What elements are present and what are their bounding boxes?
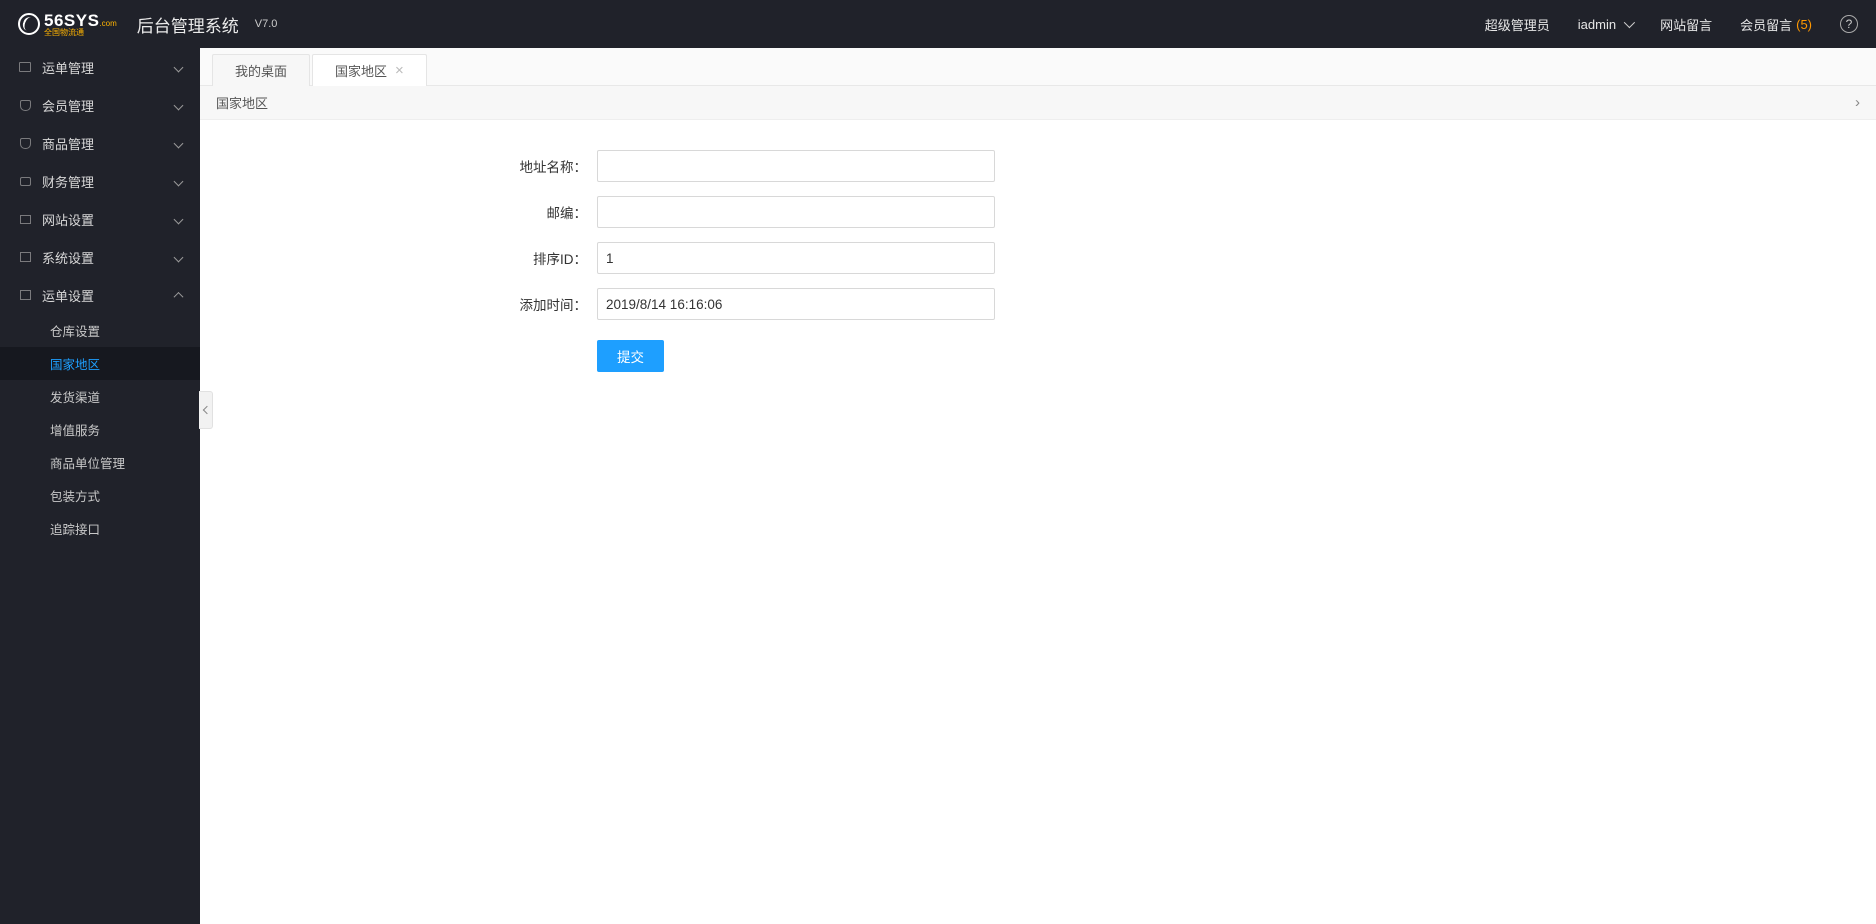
product-icon	[18, 136, 32, 150]
sidebar-item-product-mgmt[interactable]: 商品管理	[0, 124, 200, 162]
header-left: 56SYS.com 全国物流通 后台管理系统 V7.0	[18, 11, 277, 37]
chevron-down-icon	[174, 100, 184, 110]
close-icon[interactable]: ×	[395, 63, 404, 78]
logo-slogan: 全国物流通	[44, 28, 117, 37]
chevron-down-icon	[174, 138, 184, 148]
sidebar-item-member-mgmt[interactable]: 会员管理	[0, 86, 200, 124]
sort-id-input[interactable]	[597, 242, 995, 274]
sidebar-sub-warehouse[interactable]: 仓库设置	[0, 314, 200, 347]
user-name: iadmin	[1578, 17, 1616, 32]
sidebar-item-label: 商品管理	[42, 134, 94, 153]
user-menu[interactable]: iadmin	[1578, 17, 1632, 32]
zip-input[interactable]	[597, 196, 995, 228]
add-time-input[interactable]	[597, 288, 995, 320]
sidebar-sub-country-region[interactable]: 国家地区	[0, 347, 200, 380]
chevron-up-icon	[174, 291, 184, 301]
waybill-icon	[18, 60, 32, 74]
sidebar-item-label: 会员管理	[42, 96, 94, 115]
sidebar-item-label: 运单设置	[42, 286, 94, 305]
chevron-right-icon[interactable]: ›	[1855, 94, 1860, 111]
region-form: 地址名称： 邮编： 排序ID： 添加时间： 提交	[200, 120, 1876, 372]
chevron-down-icon	[174, 176, 184, 186]
addr-name-input[interactable]	[597, 150, 995, 182]
zip-label: 邮编：	[200, 202, 597, 222]
sidebar-item-system-settings[interactable]: 系统设置	[0, 238, 200, 276]
sidebar-item-finance-mgmt[interactable]: 财务管理	[0, 162, 200, 200]
chevron-down-icon	[174, 214, 184, 224]
finance-icon	[18, 174, 32, 188]
chevron-down-icon	[1624, 17, 1635, 28]
chevron-down-icon	[174, 62, 184, 72]
logo-domain: .com	[99, 19, 116, 28]
member-messages-count: (5)	[1796, 17, 1812, 32]
sidebar-sub-packaging[interactable]: 包装方式	[0, 479, 200, 512]
chevron-down-icon	[174, 252, 184, 262]
tab-label: 国家地区	[335, 61, 387, 80]
sidebar-sub-value-added[interactable]: 增值服务	[0, 413, 200, 446]
member-messages-link[interactable]: 会员留言 (5)	[1740, 15, 1812, 34]
sidebar-sub-shipping-channel[interactable]: 发货渠道	[0, 380, 200, 413]
sidebar-sub-unit-mgmt[interactable]: 商品单位管理	[0, 446, 200, 479]
sidebar-item-label: 网站设置	[42, 210, 94, 229]
sidebar-sub-tracking-api[interactable]: 追踪接口	[0, 512, 200, 545]
logo-icon	[18, 13, 40, 35]
site-messages-link[interactable]: 网站留言	[1660, 15, 1712, 34]
sidebar-item-site-settings[interactable]: 网站设置	[0, 200, 200, 238]
sort-id-label: 排序ID：	[200, 248, 597, 268]
header-right: 超级管理员 iadmin 网站留言 会员留言 (5) ?	[1485, 15, 1858, 34]
breadcrumb: 国家地区 ›	[200, 86, 1876, 120]
submit-button[interactable]: 提交	[597, 340, 664, 372]
sidebar-item-label: 系统设置	[42, 248, 94, 267]
sidebar-item-label: 财务管理	[42, 172, 94, 191]
app-logo: 56SYS.com 全国物流通	[18, 11, 117, 37]
sidebar-item-waybill-settings[interactable]: 运单设置	[0, 276, 200, 314]
tab-label: 我的桌面	[235, 61, 287, 80]
tab-bar: 我的桌面 国家地区 ×	[200, 48, 1876, 86]
site-icon	[18, 212, 32, 226]
member-icon	[18, 98, 32, 112]
system-icon	[18, 250, 32, 264]
addr-name-label: 地址名称：	[200, 156, 597, 176]
help-icon[interactable]: ?	[1840, 15, 1858, 33]
user-role: 超级管理员	[1485, 15, 1550, 34]
chevron-left-icon	[203, 406, 211, 414]
app-version: V7.0	[255, 18, 278, 30]
sidebar-collapse-toggle[interactable]	[199, 391, 213, 429]
app-title: 后台管理系统	[137, 12, 239, 37]
add-time-label: 添加时间：	[200, 294, 597, 314]
member-messages-label: 会员留言	[1740, 15, 1792, 34]
sidebar: 运单管理 会员管理 商品管理 财务管理 网站设置 系统设置 运单设置 仓库设置 …	[0, 48, 200, 924]
sidebar-item-waybill-mgmt[interactable]: 运单管理	[0, 48, 200, 86]
main-area: 我的桌面 国家地区 × 国家地区 › 地址名称： 邮编： 排序ID：	[200, 48, 1876, 924]
sidebar-item-label: 运单管理	[42, 58, 94, 77]
tab-country-region[interactable]: 国家地区 ×	[312, 54, 427, 86]
tab-desktop[interactable]: 我的桌面	[212, 54, 310, 86]
app-header: 56SYS.com 全国物流通 后台管理系统 V7.0 超级管理员 iadmin…	[0, 0, 1876, 48]
breadcrumb-title: 国家地区	[216, 93, 268, 112]
waybill-settings-icon	[18, 288, 32, 302]
